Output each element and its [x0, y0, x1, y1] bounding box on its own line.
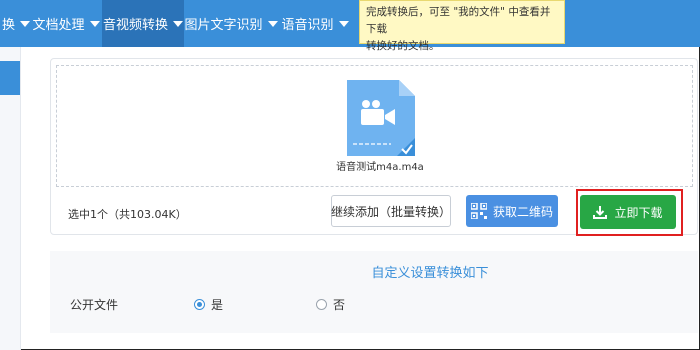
chevron-down-icon: [173, 20, 183, 27]
radio-public-yes[interactable]: 是: [194, 296, 223, 313]
download-tip-tooltip: 完成转换后，可至 "我的文件" 中查看并下载 转换好的文档。: [359, 0, 565, 52]
qrcode-icon: [470, 203, 487, 219]
get-qrcode-label: 获取二维码: [492, 204, 553, 219]
nav-item-audio-video[interactable]: 音视频转换: [102, 0, 184, 47]
tooltip-line: 转换好的文档。: [366, 40, 440, 52]
nav-item-convert[interactable]: 换: [0, 0, 32, 47]
chevron-down-icon: [338, 20, 349, 27]
radio-label: 是: [211, 298, 224, 312]
radio-checked-icon: [194, 299, 205, 310]
chevron-down-icon: [267, 20, 278, 27]
custom-settings-panel: 自定义设置转换如下 公开文件 是 否: [50, 251, 698, 333]
nav-item-label: 语音识别: [281, 18, 334, 33]
radio-label: 否: [333, 298, 346, 312]
video-file-icon[interactable]: [345, 80, 415, 156]
top-nav: 换 文档处理 音视频转换 图片文字识别 语音识别: [0, 0, 700, 47]
selected-count-text: 选中1个（共103.04K）: [68, 208, 187, 221]
sidebar-active-item[interactable]: [0, 61, 20, 95]
chevron-down-icon: [89, 20, 100, 27]
nav-item-label: 图片文字识别: [184, 18, 263, 33]
nav-item-speech[interactable]: 语音识别: [281, 0, 349, 47]
chevron-down-icon: [20, 20, 31, 27]
settings-title: 自定义设置转换如下: [371, 266, 489, 281]
nav-item-image-ocr[interactable]: 图片文字识别: [184, 0, 278, 47]
radio-unchecked-icon: [316, 299, 327, 310]
public-file-label: 公开文件: [70, 298, 119, 312]
left-sidebar: [0, 47, 21, 350]
nav-item-label: 文档处理: [32, 18, 85, 33]
download-highlight-box: [576, 189, 683, 236]
continue-add-button[interactable]: 继续添加（批量转换）: [331, 195, 451, 227]
file-name-label: 语音测试m4a.m4a: [336, 162, 424, 173]
tooltip-line: 完成转换后，可至 "我的文件" 中查看并下载: [366, 6, 551, 35]
radio-public-no[interactable]: 否: [316, 296, 345, 313]
nav-item-label: 音视频转换: [102, 18, 168, 33]
get-qrcode-button[interactable]: 获取二维码: [466, 195, 558, 227]
nav-item-label: 换: [2, 18, 16, 33]
continue-add-label: 继续添加（批量转换）: [331, 204, 452, 219]
nav-item-document[interactable]: 文档处理: [30, 0, 102, 47]
